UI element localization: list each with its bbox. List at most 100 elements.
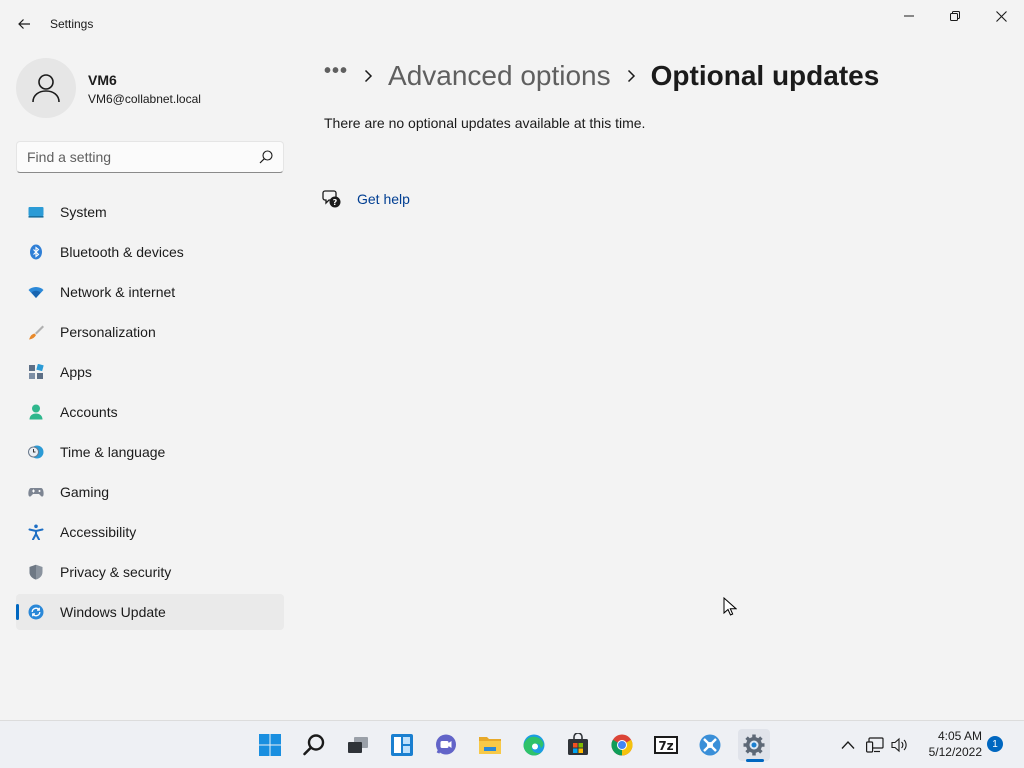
edge-button[interactable] — [518, 729, 550, 761]
app-title: Settings — [50, 17, 94, 31]
taskbar: 7z — [0, 720, 1024, 768]
sidebar-item-label: Privacy & security — [60, 564, 172, 580]
show-hidden-icons-button[interactable] — [838, 735, 858, 755]
network-tray-button[interactable] — [865, 735, 885, 755]
accounts-icon — [29, 404, 43, 420]
store-button[interactable] — [562, 729, 594, 761]
user-profile[interactable]: VM6 VM6@collabnet.local — [16, 56, 286, 120]
widgets-button[interactable] — [386, 729, 418, 761]
minimize-button[interactable] — [886, 0, 932, 32]
breadcrumb-advanced-options[interactable]: Advanced options — [388, 60, 611, 92]
sidebar-item-windows-update[interactable]: Windows Update — [16, 594, 284, 630]
gamepad-icon — [28, 488, 44, 497]
page-title: Optional updates — [650, 60, 880, 91]
teams-chat-button[interactable] — [430, 729, 462, 761]
taskbar-search-button[interactable] — [298, 729, 330, 761]
task-view-button[interactable] — [342, 729, 374, 761]
sidebar-nav: System Bluetooth & devices Network & int… — [16, 194, 284, 634]
sidebar-item-label: Bluetooth & devices — [60, 244, 184, 260]
close-button[interactable] — [978, 0, 1024, 32]
sidebar-item-bluetooth[interactable]: Bluetooth & devices — [16, 234, 284, 270]
settings-icon — [743, 734, 765, 756]
help-chat-icon: ? — [322, 190, 341, 208]
restore-button[interactable] — [932, 0, 978, 32]
teams-chat-icon — [436, 734, 456, 755]
sidebar-item-system[interactable]: System — [16, 194, 284, 230]
sidebar-item-personalization[interactable]: Personalization — [16, 314, 284, 350]
get-help-label: Get help — [357, 191, 410, 207]
sidebar-item-network[interactable]: Network & internet — [16, 274, 284, 310]
sidebar-item-gaming[interactable]: Gaming — [16, 474, 284, 510]
system-icon — [28, 207, 44, 218]
shield-icon — [29, 564, 43, 580]
clock-time: 4:05 AM — [937, 729, 982, 743]
sidebar-item-label: Time & language — [60, 444, 166, 460]
settings-button[interactable] — [738, 729, 770, 761]
chevron-up-icon — [841, 741, 855, 749]
file-explorer-button[interactable] — [474, 729, 506, 761]
user-name: VM6 — [88, 72, 117, 88]
sidebar-item-label: Windows Update — [60, 604, 166, 620]
sidebar-item-label: System — [60, 204, 107, 220]
chevron-right-icon — [611, 69, 651, 83]
sidebar-item-privacy[interactable]: Privacy & security — [16, 554, 284, 590]
restore-icon — [950, 11, 960, 21]
svg-text:?: ? — [333, 198, 338, 207]
get-help-link[interactable]: ? Get help — [322, 188, 410, 210]
sidebar-item-time-language[interactable]: Time & language — [16, 434, 284, 470]
file-explorer-icon — [479, 737, 501, 754]
sidebar-item-apps[interactable]: Apps — [16, 354, 284, 390]
wifi-icon — [28, 287, 44, 298]
search-input[interactable] — [27, 142, 247, 172]
chrome-icon — [611, 734, 633, 756]
update-icon — [28, 604, 44, 620]
sidebar-item-label: Network & internet — [60, 284, 176, 300]
search-box — [16, 141, 284, 173]
sidebar-item-accessibility[interactable]: Accessibility — [16, 514, 284, 550]
sidebar-item-label: Accounts — [60, 404, 118, 420]
user-email: VM6@collabnet.local — [88, 92, 201, 106]
apps-icon — [29, 364, 44, 379]
chrome-button[interactable] — [606, 729, 638, 761]
network-icon — [866, 737, 884, 753]
back-arrow-icon — [18, 19, 30, 29]
edge-icon — [523, 734, 545, 756]
title-bar: Settings — [0, 0, 1024, 48]
windows-start-icon — [259, 734, 281, 756]
sidebar-item-label: Accessibility — [60, 524, 137, 540]
search-icon[interactable] — [259, 150, 273, 164]
bluetooth-icon — [30, 244, 42, 260]
sidebar-item-label: Personalization — [60, 324, 156, 340]
accessibility-icon — [28, 524, 44, 540]
sidebar-item-label: Gaming — [60, 484, 110, 500]
clock-date: 5/12/2022 — [928, 745, 982, 759]
avatar — [16, 58, 76, 118]
breadcrumb: ••• Advanced options Optional updates — [324, 56, 879, 96]
minimize-icon — [904, 15, 914, 17]
mouse-cursor-icon — [723, 597, 737, 616]
back-button[interactable] — [8, 8, 40, 40]
no-updates-message: There are no optional updates available … — [324, 115, 646, 131]
volume-tray-button[interactable] — [890, 735, 910, 755]
volume-icon — [891, 737, 907, 753]
taskbar-clock[interactable]: 4:05 AM 5/12/2022 — [918, 728, 982, 760]
sidebar-item-label: Apps — [60, 364, 92, 380]
close-icon — [995, 10, 1007, 22]
person-icon — [32, 74, 60, 103]
widgets-icon — [391, 734, 413, 756]
svg-text:7z: 7z — [658, 739, 673, 753]
sidebar-item-accounts[interactable]: Accounts — [16, 394, 284, 430]
app-button[interactable] — [694, 729, 726, 761]
7zip-button[interactable]: 7z — [650, 729, 682, 761]
task-view-icon — [348, 737, 368, 753]
7zip-icon: 7z — [654, 736, 678, 754]
breadcrumb-overflow-button[interactable]: ••• — [324, 60, 348, 83]
app-icon — [699, 734, 721, 756]
active-app-indicator — [746, 759, 764, 762]
chevron-right-icon — [348, 69, 388, 83]
start-button[interactable] — [254, 729, 286, 761]
search-icon — [303, 734, 325, 756]
notification-badge[interactable]: 1 — [987, 736, 1003, 752]
store-icon — [568, 733, 588, 755]
brush-icon — [29, 325, 44, 340]
